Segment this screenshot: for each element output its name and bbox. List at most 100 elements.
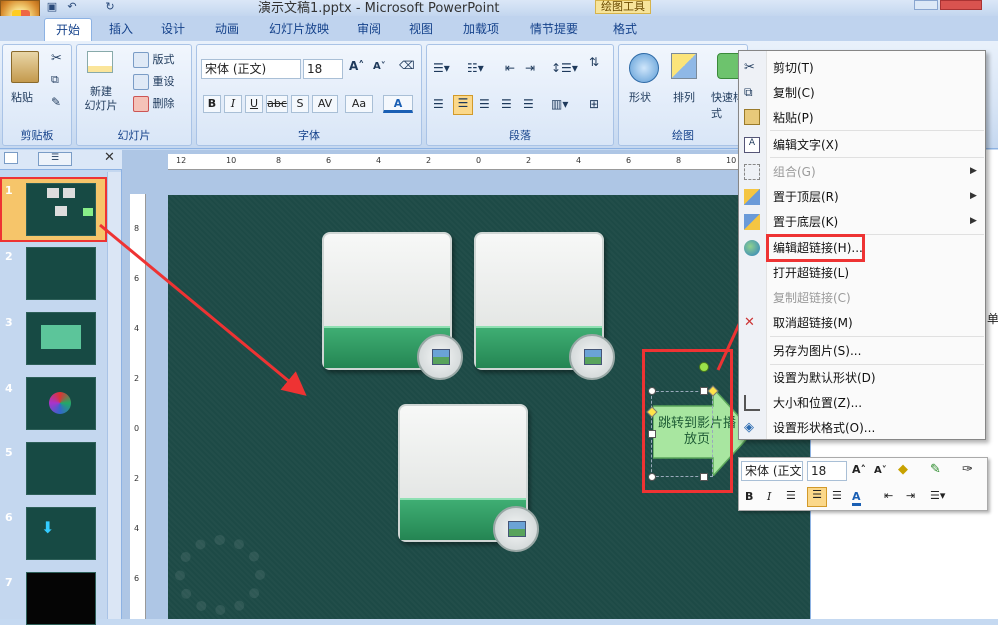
mini-format-painter-icon[interactable]: ✑ (962, 462, 973, 477)
clear-format-icon[interactable]: ⌫ (399, 59, 415, 72)
arrange-button[interactable]: 排列 (673, 89, 695, 105)
align-center-icon[interactable]: ☰ (453, 95, 473, 115)
bullets-icon[interactable]: ☰▾ (433, 61, 450, 75)
slide-thumbnail-7[interactable] (26, 572, 96, 625)
mini-bullets-icon[interactable]: ☰▾ (930, 489, 945, 502)
menu-item-send-to-back[interactable]: 置于底层(K) (773, 213, 838, 231)
layout-button[interactable]: 版式 (133, 51, 175, 68)
undo-icon[interactable]: ↶ (64, 0, 80, 14)
picture-placeholder-icon[interactable] (493, 506, 539, 552)
align-right-icon[interactable]: ☰ (479, 97, 490, 111)
grow-font-icon[interactable]: A˄ (349, 59, 364, 73)
mini-line-color-icon[interactable]: ✎ (930, 462, 941, 477)
tab-home[interactable]: 开始 (44, 18, 92, 41)
mini-align-left-icon[interactable]: ☰ (786, 489, 796, 502)
slide-thumbnail-5[interactable] (26, 442, 96, 495)
paste-icon[interactable] (11, 51, 39, 83)
menu-item-edit-text[interactable]: 编辑文字(X) (773, 136, 839, 154)
bold-button[interactable]: B (203, 95, 221, 113)
remove-link-icon: ✕ (744, 315, 755, 330)
slide-thumbnail-1[interactable] (26, 183, 96, 236)
menu-item-paste[interactable]: 粘贴(P) (773, 109, 814, 127)
group-slides: 新建 幻灯片 版式 重设 删除 幻灯片 (76, 44, 192, 146)
menu-item-size-position[interactable]: 大小和位置(Z)... (773, 394, 862, 412)
mini-grow-font-icon[interactable]: A˄ (852, 463, 866, 476)
align-left-icon[interactable]: ☰ (433, 97, 444, 111)
font-size-dropdown[interactable]: 18 (303, 59, 343, 79)
picture-placeholder-icon[interactable] (569, 334, 615, 380)
menu-item-bring-to-front[interactable]: 置于顶层(R) (773, 188, 839, 206)
tab-animation[interactable]: 动画 (206, 18, 248, 41)
menu-item-cut[interactable]: 剪切(T) (773, 59, 814, 77)
increase-indent-icon[interactable]: ⇥ (525, 61, 535, 75)
justify-icon[interactable]: ☰ (501, 97, 512, 111)
slide-thumbnail-2[interactable] (26, 247, 96, 300)
delete-button[interactable]: 删除 (133, 95, 175, 112)
underline-button[interactable]: U (245, 95, 263, 113)
tab-format[interactable]: 格式 (604, 18, 646, 41)
format-shape-icon: ◈ (744, 420, 754, 435)
font-color-button[interactable]: A (383, 95, 413, 113)
tab-addins[interactable]: 加载项 (456, 18, 506, 41)
strikethrough-button[interactable]: abc (266, 95, 288, 113)
reset-button[interactable]: 重设 (133, 73, 175, 90)
tab-view[interactable]: 视图 (400, 18, 442, 41)
tab-insert[interactable]: 插入 (100, 18, 142, 41)
outline-tab-icon[interactable]: ☰ (38, 152, 72, 166)
mini-fill-color-icon[interactable]: ◆ (898, 462, 908, 477)
new-slide-icon[interactable] (87, 51, 113, 73)
smartart-icon[interactable]: ⊞ (589, 97, 599, 111)
change-case-button[interactable]: Aa (345, 95, 373, 113)
decrease-indent-icon[interactable]: ⇤ (505, 61, 515, 75)
slide-thumbnail-4[interactable] (26, 377, 96, 430)
italic-button[interactable]: I (224, 95, 242, 113)
mini-font-name-dropdown[interactable]: 宋体 (正文 (741, 461, 803, 481)
menu-item-open-hyperlink[interactable]: 打开超链接(L) (773, 264, 849, 282)
tab-slideshow[interactable]: 幻灯片放映 (262, 18, 336, 41)
slide-thumbnail-3[interactable] (26, 312, 96, 365)
arrange-icon[interactable] (671, 53, 697, 79)
mini-shrink-font-icon[interactable]: A˅ (874, 465, 887, 476)
slides-tab-icon[interactable] (4, 152, 18, 164)
shrink-font-icon[interactable]: A˅ (373, 61, 386, 72)
mini-font-size-dropdown[interactable]: 18 (807, 461, 847, 481)
mini-font-color-button[interactable]: A (852, 490, 861, 506)
mini-align-center-icon[interactable]: ☰ (807, 487, 827, 507)
columns-icon[interactable]: ▥▾ (551, 97, 568, 111)
tab-storyboard[interactable]: 情节提要 (522, 18, 586, 41)
font-name-dropdown[interactable]: 宋体 (正文) (201, 59, 301, 79)
line-spacing-icon[interactable]: ↕☰▾ (551, 61, 578, 75)
new-slide-button[interactable]: 新建 幻灯片 (83, 85, 119, 113)
menu-item-set-default-shape[interactable]: 设置为默认形状(D) (773, 369, 876, 387)
mini-bold-button[interactable]: B (745, 490, 753, 503)
restore-button[interactable] (914, 0, 938, 10)
format-painter-icon[interactable]: ✎ (51, 95, 61, 109)
mini-align-right-icon[interactable]: ☰ (832, 489, 842, 502)
close-pane-icon[interactable]: ✕ (104, 150, 115, 165)
tab-design[interactable]: 设计 (152, 18, 194, 41)
cut-icon[interactable]: ✂ (51, 51, 62, 66)
slides-pane-scrollbar[interactable] (107, 172, 121, 619)
save-icon[interactable]: ▣ (44, 0, 60, 14)
shadow-button[interactable]: S (291, 95, 309, 113)
menu-item-copy[interactable]: 复制(C) (773, 84, 815, 102)
copy-icon[interactable]: ⧉ (51, 73, 59, 87)
mini-italic-button[interactable]: I (767, 490, 771, 503)
mini-increase-indent-icon[interactable]: ⇥ (906, 489, 915, 502)
numbering-icon[interactable]: ☷▾ (467, 61, 484, 75)
close-button[interactable] (940, 0, 982, 10)
char-spacing-button[interactable]: AV (312, 95, 338, 113)
shapes-icon[interactable] (629, 53, 659, 83)
shapes-button[interactable]: 形状 (629, 89, 651, 105)
paste-button[interactable]: 粘贴 (11, 89, 33, 105)
menu-item-format-shape[interactable]: 设置形状格式(O)... (773, 419, 875, 437)
slide-thumbnail-6[interactable]: ⬇ (26, 507, 96, 560)
tab-review[interactable]: 审阅 (348, 18, 390, 41)
menu-item-save-as-picture[interactable]: 另存为图片(S)... (773, 342, 861, 360)
text-direction-icon[interactable]: ⇅ (589, 55, 599, 69)
mini-decrease-indent-icon[interactable]: ⇤ (884, 489, 893, 502)
picture-placeholder-icon[interactable] (417, 334, 463, 380)
menu-item-remove-hyperlink[interactable]: 取消超链接(M) (773, 314, 853, 332)
distribute-icon[interactable]: ☰ (523, 97, 534, 111)
redo-icon[interactable]: ↻ (102, 0, 118, 14)
